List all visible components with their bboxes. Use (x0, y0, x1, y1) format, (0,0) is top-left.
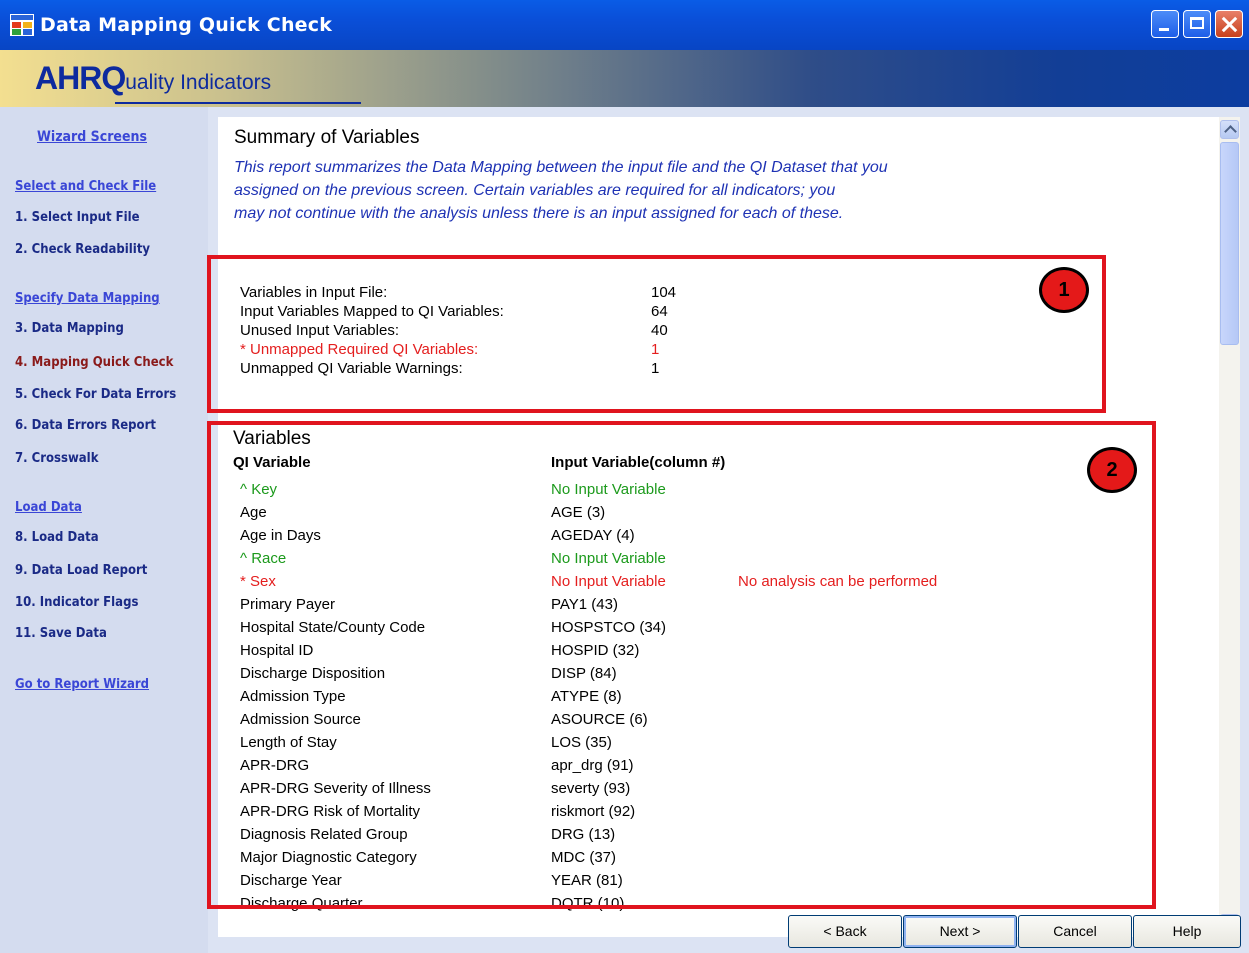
title-bar: Data Mapping Quick Check (0, 0, 1249, 50)
sidebar-item-data-mapping[interactable]: 3. Data Mapping (15, 321, 124, 336)
wizard-screens-heading[interactable]: Wizard Screens (37, 129, 147, 145)
back-button[interactable]: < Back (788, 915, 902, 948)
annotation-badge-2: 2 (1087, 447, 1137, 493)
sidebar-item-select-input-file[interactable]: 1. Select Input File (15, 210, 140, 225)
scroll-thumb[interactable] (1220, 142, 1239, 345)
next-button[interactable]: Next > (903, 915, 1017, 948)
sidebar-item-indicator-flags[interactable]: 10. Indicator Flags (15, 595, 138, 610)
cancel-button[interactable]: Cancel (1018, 915, 1132, 948)
close-icon[interactable] (1215, 10, 1243, 38)
sidebar-section-load-data[interactable]: Load Data (15, 500, 82, 515)
logo-small-text: uality Indicators (125, 71, 272, 94)
logo-big-text: AHRQ (35, 60, 126, 96)
wizard-sidebar: Wizard Screens Select and Check File 1. … (0, 107, 208, 953)
maximize-icon[interactable] (1183, 10, 1211, 38)
help-button[interactable]: Help (1133, 915, 1241, 948)
sidebar-item-data-load-report[interactable]: 9. Data Load Report (15, 563, 147, 578)
sidebar-item-load-data[interactable]: 8. Load Data (15, 530, 99, 545)
sidebar-section-select-check-file[interactable]: Select and Check File (15, 179, 156, 194)
annotation-badge-1: 1 (1039, 267, 1089, 313)
ahrq-banner: AHRQuality Indicators (0, 50, 1249, 107)
sidebar-section-specify-data-mapping[interactable]: Specify Data Mapping (15, 291, 160, 306)
logo-underline (115, 102, 361, 104)
vertical-scrollbar[interactable] (1219, 117, 1240, 937)
summary-description: This report summarizes the Data Mapping … (234, 156, 1174, 225)
scroll-up-button[interactable] (1220, 120, 1239, 139)
app-window-icon (10, 14, 34, 36)
sidebar-item-data-errors-report[interactable]: 6. Data Errors Report (15, 418, 156, 433)
chevron-up-icon (1224, 125, 1237, 138)
sidebar-item-save-data[interactable]: 11. Save Data (15, 626, 107, 641)
window-title: Data Mapping Quick Check (40, 14, 333, 36)
minimize-icon[interactable] (1151, 10, 1179, 38)
sidebar-item-check-for-data-errors[interactable]: 5. Check For Data Errors (15, 387, 176, 402)
sidebar-link-go-to-report-wizard[interactable]: Go to Report Wizard (15, 677, 149, 692)
sidebar-item-crosswalk[interactable]: 7. Crosswalk (15, 451, 98, 466)
annotation-box-summary (207, 255, 1106, 413)
summary-title: Summary of Variables (234, 127, 420, 148)
summary-desc-line: may not continue with the analysis unles… (234, 205, 844, 222)
summary-desc-line: This report summarizes the Data Mapping … (234, 159, 888, 176)
summary-desc-line: assigned on the previous screen. Certain… (234, 182, 836, 199)
ahrq-logo: AHRQuality Indicators (35, 60, 361, 104)
sidebar-item-check-readability[interactable]: 2. Check Readability (15, 242, 150, 257)
sidebar-item-mapping-quick-check[interactable]: 4. Mapping Quick Check (15, 355, 173, 370)
annotation-box-variables (207, 421, 1156, 909)
